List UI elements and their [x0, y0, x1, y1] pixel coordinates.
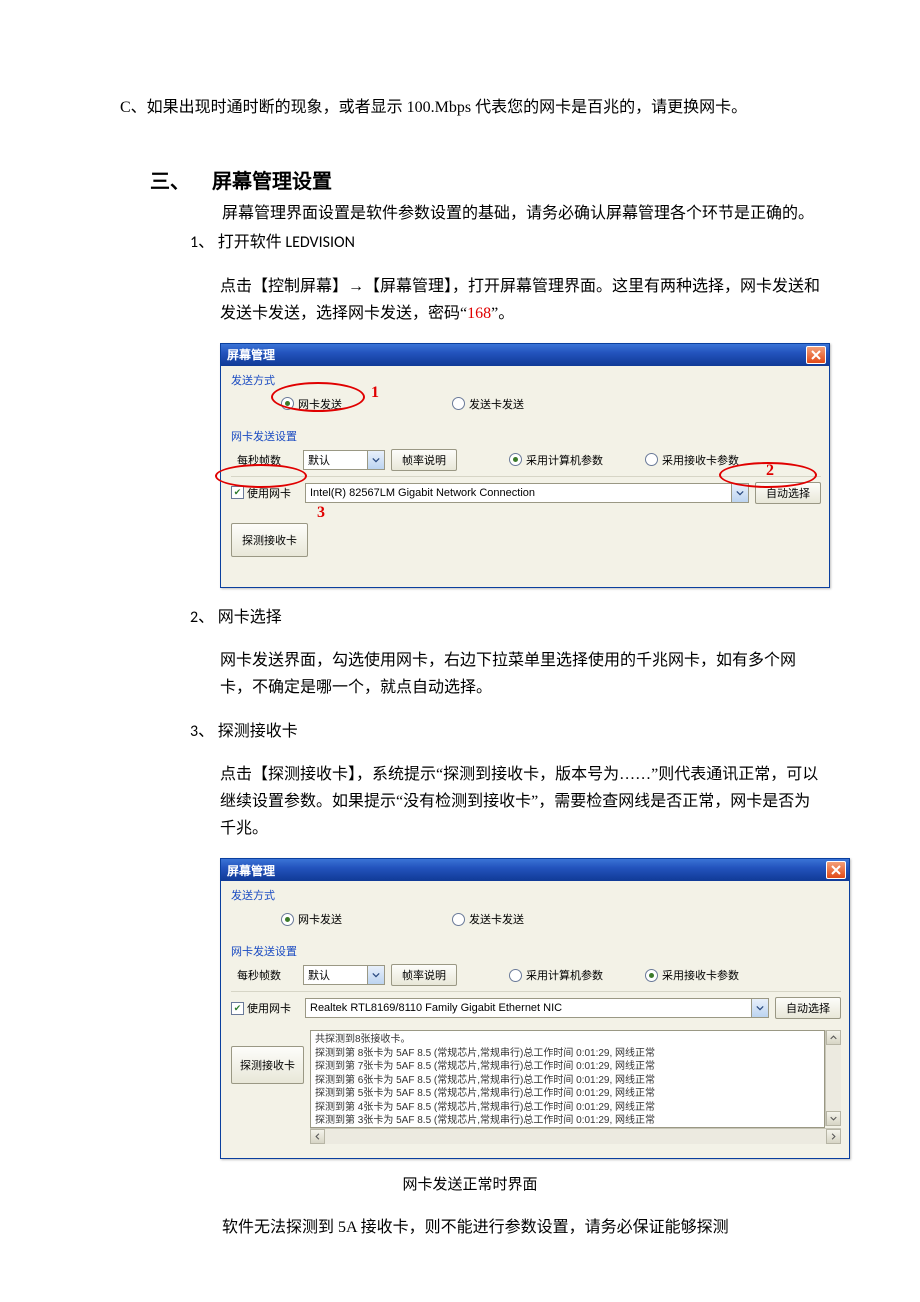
radio-card-send[interactable]	[452, 913, 465, 926]
group-send-mode: 发送方式	[231, 372, 821, 388]
radio-nic-send[interactable]	[281, 913, 294, 926]
scrollbar-vertical[interactable]	[825, 1030, 841, 1126]
chevron-down-icon	[367, 451, 384, 469]
radio-pc-param-label: 采用计算机参数	[526, 452, 603, 468]
annotation-number-3: 3	[317, 504, 325, 522]
titlebar: 屏幕管理	[221, 344, 829, 366]
scrollbar-horizontal[interactable]	[310, 1128, 841, 1144]
annotation-number-1: 1	[371, 384, 379, 402]
footer-paragraph: 软件无法探测到 5A 接收卡，则不能进行参数设置，请务必保证能够探测	[190, 1214, 820, 1243]
chevron-down-icon	[751, 999, 768, 1017]
label-fps: 每秒帧数	[237, 452, 297, 468]
combo-nic[interactable]: Realtek RTL8169/8110 Family Gigabit Ethe…	[305, 998, 769, 1018]
combo-fps-value: 默认	[304, 452, 367, 468]
radio-card-send-label: 发送卡发送	[469, 911, 524, 927]
checkbox-use-nic[interactable]	[231, 1002, 244, 1015]
list-item-1-body: 点击【控制屏幕】→【屏幕管理】，打开屏幕管理界面。这里有两种选择，网卡发送和发送…	[220, 273, 820, 327]
titlebar: 屏幕管理	[221, 859, 849, 881]
separator	[231, 991, 841, 992]
section-heading: 三、 屏幕管理设置	[150, 165, 820, 194]
combo-fps-value: 默认	[304, 967, 367, 983]
radio-card-send[interactable]	[452, 397, 465, 410]
radio-nic-send-label: 网卡发送	[298, 396, 342, 412]
password-168: 168	[467, 305, 491, 322]
radio-rx-param-label: 采用接收卡参数	[662, 452, 739, 468]
window-title: 屏幕管理	[227, 862, 275, 879]
combo-nic-value: Intel(R) 82567LM Gigabit Network Connect…	[306, 487, 731, 499]
log-line: 探测到第 8张卡为 5AF 8.5 (常规芯片,常规串行)总工作时间 0:01:…	[315, 1047, 820, 1061]
log-line: 探测到第 4张卡为 5AF 8.5 (常规芯片,常规串行)总工作时间 0:01:…	[315, 1101, 820, 1115]
radio-nic-send[interactable]	[281, 397, 294, 410]
btn-detect-rx[interactable]: 探测接收卡	[231, 523, 308, 557]
radio-pc-param[interactable]	[509, 453, 522, 466]
list-item-1-head: 1、 打开软件 LEDVISION	[190, 229, 820, 256]
list-item-3-body: 点击【探测接收卡】，系统提示“探测到接收卡，版本号为……”则代表通讯正常，可以继…	[220, 761, 820, 843]
label-fps: 每秒帧数	[237, 967, 297, 983]
close-icon	[811, 350, 821, 360]
label-use-nic: 使用网卡	[247, 485, 291, 501]
figure-caption: 网卡发送正常时界面	[120, 1173, 820, 1194]
list-item-2-body: 网卡发送界面，勾选使用网卡，右边下拉菜单里选择使用的千兆网卡，如有多个网卡，不确…	[220, 647, 820, 701]
combo-fps[interactable]: 默认	[303, 450, 385, 470]
btn-detect-rx[interactable]: 探测接收卡	[231, 1046, 304, 1084]
checkbox-use-nic[interactable]	[231, 486, 244, 499]
list-item-3-head: 3、 探测接收卡	[190, 718, 820, 745]
close-icon	[831, 865, 841, 875]
combo-nic-value: Realtek RTL8169/8110 Family Gigabit Ethe…	[306, 1002, 751, 1014]
group-nic-settings: 网卡发送设置	[231, 428, 821, 444]
log-line: 探测到第 5张卡为 5AF 8.5 (常规芯片,常规串行)总工作时间 0:01:…	[315, 1087, 820, 1101]
log-line: 探测到第 3张卡为 5AF 8.5 (常规芯片,常规串行)总工作时间 0:01:…	[315, 1114, 820, 1128]
section-title: 屏幕管理设置	[212, 171, 332, 193]
scroll-down-icon[interactable]	[826, 1111, 841, 1126]
close-button[interactable]	[826, 861, 846, 879]
paragraph-c: C、如果出现时通时断的现象，或者显示 100.Mbps 代表您的网卡是百兆的，请…	[120, 90, 820, 125]
section-lead: 屏幕管理界面设置是软件参数设置的基础，请务必确认屏幕管理各个环节是正确的。	[190, 200, 820, 227]
chevron-down-icon	[367, 966, 384, 984]
separator	[231, 476, 821, 477]
group-nic-settings: 网卡发送设置	[231, 943, 841, 959]
scroll-left-icon[interactable]	[310, 1129, 325, 1144]
close-button[interactable]	[806, 346, 826, 364]
radio-nic-send-label: 网卡发送	[298, 911, 342, 927]
screenshot-window-2: 屏幕管理 发送方式 网卡发送 发送卡发送 网卡发送设置	[220, 858, 850, 1159]
scroll-right-icon[interactable]	[826, 1129, 841, 1144]
text: ”。	[491, 305, 514, 322]
radio-rx-param-label: 采用接收卡参数	[662, 967, 739, 983]
btn-auto-select[interactable]: 自动选择	[755, 482, 821, 504]
radio-pc-param[interactable]	[509, 969, 522, 982]
annotation-number-2: 2	[766, 462, 774, 480]
list-item-2-head: 2、 网卡选择	[190, 604, 820, 631]
btn-fps-info[interactable]: 帧率说明	[391, 449, 457, 471]
window-title: 屏幕管理	[227, 346, 275, 363]
radio-card-send-label: 发送卡发送	[469, 396, 524, 412]
radio-pc-param-label: 采用计算机参数	[526, 967, 603, 983]
label-use-nic: 使用网卡	[247, 1000, 291, 1016]
text: 点击【控制屏幕】→【屏幕管理】，打开屏幕管理界面。这里有两种选择，网卡发送和发送…	[220, 278, 820, 322]
radio-rx-param[interactable]	[645, 453, 658, 466]
section-number: 三、	[150, 165, 208, 194]
btn-auto-select[interactable]: 自动选择	[775, 997, 841, 1019]
log-header: 共探测到8张接收卡。	[315, 1033, 820, 1047]
combo-nic[interactable]: Intel(R) 82567LM Gigabit Network Connect…	[305, 483, 749, 503]
log-line: 探测到第 7张卡为 5AF 8.5 (常规芯片,常规串行)总工作时间 0:01:…	[315, 1060, 820, 1074]
btn-fps-info[interactable]: 帧率说明	[391, 964, 457, 986]
combo-fps[interactable]: 默认	[303, 965, 385, 985]
radio-rx-param[interactable]	[645, 969, 658, 982]
chevron-down-icon	[731, 484, 748, 502]
log-line: 探测到第 6张卡为 5AF 8.5 (常规芯片,常规串行)总工作时间 0:01:…	[315, 1074, 820, 1088]
group-send-mode: 发送方式	[231, 887, 841, 903]
screenshot-window-1: 屏幕管理 发送方式 网卡发送 发送卡发送	[220, 343, 830, 588]
scroll-up-icon[interactable]	[826, 1030, 841, 1045]
log-area: 共探测到8张接收卡。 探测到第 8张卡为 5AF 8.5 (常规芯片,常规串行)…	[310, 1030, 825, 1128]
